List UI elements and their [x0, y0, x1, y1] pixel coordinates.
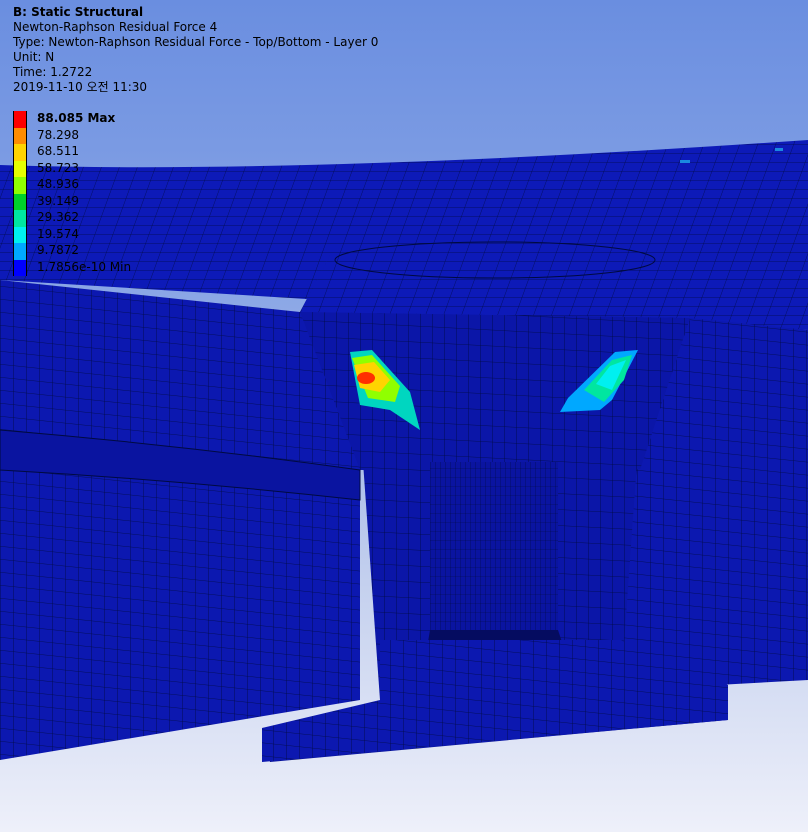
legend-label: 9.7872	[37, 243, 79, 257]
legend-entry: 78.298	[13, 127, 153, 144]
legend-swatch	[13, 111, 27, 128]
legend-label: 19.574	[37, 226, 79, 241]
analysis-title: B: Static Structural	[13, 5, 144, 19]
result-info: B: Static Structural Newton-Raphson Resi…	[13, 5, 378, 95]
legend-label: 39.149	[37, 193, 79, 208]
legend-swatch	[13, 160, 27, 177]
legend-swatch	[13, 259, 27, 276]
legend-swatch	[13, 177, 27, 194]
result-type: Type: Newton-Raphson Residual Force - To…	[13, 35, 379, 49]
legend-label: 58.723	[37, 160, 79, 175]
legend-entry: 9.7872	[13, 243, 153, 260]
legend-entry: 68.511	[13, 144, 153, 161]
result-time: Time: 1.2722	[13, 65, 93, 79]
legend-entry: 58.723	[13, 160, 153, 177]
legend-swatch	[13, 127, 27, 144]
legend-label: 1.7856e-10 Min	[37, 259, 132, 274]
legend-entry: 29.362	[13, 210, 153, 227]
socket-cavity	[430, 462, 558, 640]
legend-entry: 19.574	[13, 226, 153, 243]
result-date: 2019-11-10 오전 11:30	[13, 80, 148, 94]
legend-swatch	[13, 226, 27, 243]
hub-top-face	[300, 240, 690, 318]
legend-label: 88.085 Max	[37, 111, 116, 125]
legend-swatch	[13, 210, 27, 227]
legend-label: 68.511	[37, 144, 79, 158]
result-name: Newton-Raphson Residual Force 4	[13, 20, 218, 34]
legend-swatch	[13, 144, 27, 161]
legend-swatch	[13, 243, 27, 260]
legend-label: 78.298	[37, 127, 79, 142]
legend-entry: 88.085 Max	[13, 111, 153, 128]
legend-label: 48.936	[37, 177, 79, 191]
legend-entry: 39.149	[13, 193, 153, 210]
legend-entry: 1.7856e-10 Min	[13, 259, 153, 276]
result-unit: Unit: N	[13, 50, 55, 64]
legend-swatch	[13, 193, 27, 210]
legend-label: 29.362	[37, 210, 79, 224]
legend-entry: 48.936	[13, 177, 153, 194]
